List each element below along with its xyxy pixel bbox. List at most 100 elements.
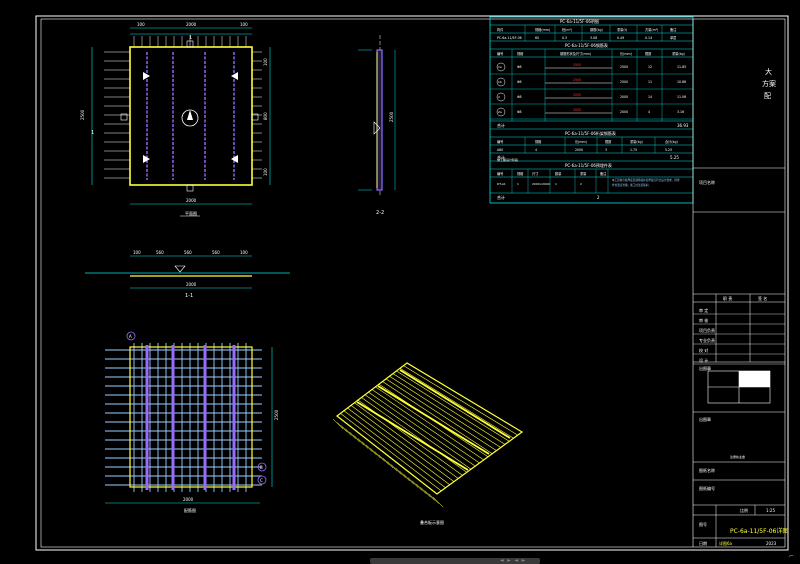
schedule-2-header-1: 规格 [517,51,524,56]
rebar-vertical-bars [133,343,247,492]
sec-dim-1: 100 [133,250,141,255]
date-label: 日期 [699,540,707,546]
schedule-title-1: PC-6a-11/5F-06明细 [560,18,599,24]
cad-drawing-canvas[interactable]: 100 2000 100 2500 100 800 100 2000 1 1 平… [0,0,800,564]
schedule-2-headers: 编号 规格 钢筋形状及尺寸(mm) 长(mm) 根数 重量(kg) [497,51,685,56]
scale-value: 1:25 [766,508,775,513]
project-label: 项目名称 [699,179,715,185]
schedule-2-header-2: 钢筋形状及尺寸(mm) [560,51,591,56]
rebar-row-shape-len: 2500 [573,63,581,67]
plan-dim-top-2: 2000 [186,22,197,27]
iso-view-label: 叠合板示意图 [420,519,444,525]
rebar-dim-right: 2500 [274,409,279,420]
schedule-3-rows: A80 4 2000 3 1.75 5.25 [497,148,672,152]
schedule-title-3: PC-6a-11/5F-06桁架钢筋表 [565,130,616,136]
schedule-1-cell-1: 60 [535,36,539,40]
truss-row-cell-0: A80 [497,148,503,152]
schedule-2-header-0: 编号 [497,51,503,56]
rebar-tag-right-2: C [260,478,263,483]
sign-role-4: 校 对 [699,347,708,353]
schedule-2-header-5: 重量(kg) [672,51,685,56]
company-line-3: 配 [764,92,771,100]
rebar-row-len: 2000 [620,95,628,99]
plan-dim-right-top: 100 [263,58,268,66]
schedule-3-header-3: 根数 [605,139,612,144]
rebar-row-weight: 3.16 [677,110,684,114]
small-note: 施工图设计阶段 [497,157,518,162]
rebar-truss-bars [145,345,236,490]
schedule-4-header-3: 数量 [555,171,562,176]
title-block[interactable]: 大 方案 配 施工图设计阶段 项目名称 职 责 签 名 审 定审 核项目负责专业… [497,19,788,547]
rebar-row-len: 2500 [620,65,628,69]
schedule-4-rows: DT-A1 1 2000×2000 1 2 本工程叠合板厚度及钢筋保护层厚度应符合设计要求… [497,178,680,187]
rebar-row-id: 1a [498,65,502,69]
embed-row-cell-2: 2000×2000 [532,182,550,186]
embed-row-cell-3: 1 [555,182,557,186]
schedule-tables[interactable]: PC-6a-11/5F-06明细 构件 规格(mm) 砼(m³) 钢筋(kg) 重量(t… [489,16,694,204]
schedule-title-2: PC-6a-11/5F-06钢筋表 [565,42,608,48]
plan-view[interactable]: 100 2000 100 2500 100 800 100 2000 1 1 平… [80,22,271,217]
scale-label: 比例 [740,507,748,513]
rebar-row-weight: 10.86 [677,80,686,84]
rebar-row-shape-len: 2000 [573,108,581,112]
rebar-row-count: 12 [648,65,652,69]
rebar-row-id: 2a [498,110,502,114]
truss-row-cell-4: 1.75 [630,148,637,152]
stamp-grid [707,370,771,404]
schedule-2-header-3: 长(mm) [620,51,632,56]
schedule-3-header-0: 编号 [497,139,503,144]
rebar-view-label: 配筋图 [184,507,196,513]
isometric-view[interactable]: 叠合板示意图 [332,362,524,525]
plan-dim-right-bot: 100 [263,168,268,176]
stamp-note: 注册执业章 [730,454,745,459]
rebar-row-count: 11 [648,80,652,84]
drawing-inner-frame [40,18,786,548]
schedule-1-cell-6: 单层 [670,35,676,40]
schedule-1-header-4: 重量(t) [617,27,627,32]
plan-dim-bottom: 2000 [186,198,197,203]
section-1-1-view[interactable]: 100 560 560 560 100 2000 1-1 [85,250,290,299]
embed-row-cell-0: DT-A1 [497,182,506,186]
embed-note-line-2: 件位置应准确，施工时注意保护。 [612,183,651,187]
sec-dim-bottom: 2000 [186,282,197,287]
ucs-corner-icon: ⌐ [788,553,794,560]
schedule-1-cell-0: PC-6a-11/5F-06 [497,36,522,40]
plan-section-mark-top: 1 [189,35,192,41]
scroll-arrows-icon[interactable]: ◄ ► ◄ ► [500,557,525,564]
rebar-dim-bottom: 2000 [183,497,194,502]
truss-row-cell-5: 5.25 [665,148,672,152]
stamp-note-label: 出图章 [699,416,711,422]
schedule-1-header-6: 备注 [670,27,677,32]
iso-rebar-lines [332,362,523,508]
rebar-row-weight: 11.85 [677,65,686,69]
rebar-row-shape-len: 2000 [573,93,581,97]
truss-total-value: 5.25 [670,155,679,160]
schedule-1-header-3: 钢筋(kg) [590,27,603,32]
schedule-3-header-5: 合计(kg) [665,139,678,144]
section-1-1-label: 1-1 [185,293,193,299]
footer-label: 详图6a [719,540,733,546]
sign-header-name: 签 名 [758,295,767,301]
embed-row-cell-4: 2 [580,182,582,186]
plan-dim-top-1: 100 [137,22,145,27]
company-line-2: 方案 [762,79,776,88]
embed-row-cell-1: 1 [517,182,519,186]
rebar-row-id: 2 [498,95,500,99]
embed-note-line-1: 本工程叠合板厚度及钢筋保护层厚度应符合设计要求，预埋 [612,178,680,182]
sec-dim-3: 560 [184,250,192,255]
plan-dim-right-mid: 800 [263,112,268,120]
schedule-3-headers: 编号 规格 长(mm) 根数 重量(kg) 合计(kg) [497,139,678,144]
rebar-view[interactable]: A B C 2500 2000 配筋图 [105,331,279,513]
schedule-3-header-1: 规格 [535,139,542,144]
drawing-name-label: 图纸名称 [699,467,715,473]
sec-dim-2: 560 [156,250,164,255]
sign-role-rows: 审 定审 核项目负责专业负责校 对设 计 [693,294,785,365]
schedule-1-header-2: 砼(m³) [562,27,572,32]
schedule-1-header-5: 方量(m³) [645,27,658,32]
sec-dim-5: 100 [240,250,248,255]
rebar-tag-top: A [129,334,132,339]
plan-left-rebar-ends [104,51,130,179]
rebar-tag-right-1: B [260,465,263,470]
schedule-1-headers: 构件 规格(mm) 砼(m³) 钢筋(kg) 重量(t) 方量(m³) 备注 [497,27,677,32]
side-view-2-2[interactable]: 2500 2-2 [358,35,396,216]
